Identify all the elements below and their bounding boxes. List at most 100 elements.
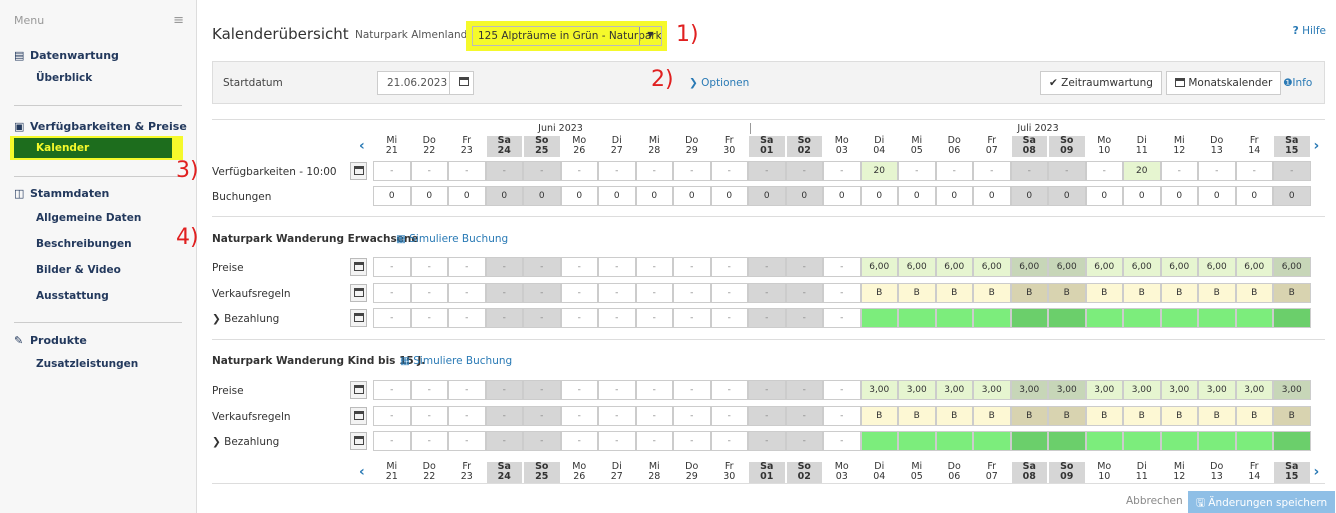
sidebar-section-stammdaten[interactable]: ◫ Stammdaten — [14, 187, 109, 200]
rule-cell[interactable]: B — [935, 406, 973, 426]
pay-cell[interactable] — [1160, 431, 1198, 451]
period-maintenance-button[interactable]: ✔ Zeitraumwartung — [1040, 71, 1162, 95]
prices-calendar-icon[interactable] — [350, 381, 367, 399]
rule-cell[interactable]: - — [523, 406, 561, 426]
rule-cell[interactable]: - — [410, 406, 448, 426]
price-cell[interactable]: - — [373, 380, 411, 400]
rule-cell[interactable]: B — [1010, 283, 1048, 303]
avail-cell[interactable]: - — [598, 161, 636, 181]
price-cell[interactable]: - — [448, 257, 486, 277]
rule-cell[interactable]: B — [1160, 283, 1198, 303]
pay-cell[interactable]: - — [748, 431, 786, 451]
avail-cell[interactable]: - — [1048, 161, 1086, 181]
rule-cell[interactable]: - — [748, 283, 786, 303]
pay-cell[interactable] — [1010, 308, 1048, 328]
rule-cell[interactable]: B — [1198, 283, 1236, 303]
rule-cell[interactable]: - — [673, 283, 711, 303]
sidebar-item-bilder-video[interactable]: Bilder & Video — [36, 264, 121, 276]
sidebar-item-ueberblick[interactable]: Überblick — [36, 72, 92, 84]
price-cell[interactable]: 6,00 — [1160, 257, 1198, 277]
prev-arrow[interactable]: ‹ — [359, 138, 365, 154]
sidebar-item-zusatzleistungen[interactable]: Zusatzleistungen — [36, 358, 138, 370]
price-cell[interactable]: - — [710, 380, 748, 400]
price-cell[interactable]: 3,00 — [1085, 380, 1123, 400]
avail-cell[interactable]: - — [1198, 161, 1236, 181]
pay-cell[interactable]: - — [523, 431, 561, 451]
price-cell[interactable]: - — [748, 380, 786, 400]
calendar-icon[interactable] — [449, 72, 473, 94]
pay-cell[interactable]: - — [373, 308, 411, 328]
avail-cell[interactable]: - — [635, 161, 673, 181]
rule-cell[interactable]: B — [1123, 406, 1161, 426]
avail-cell[interactable]: - — [823, 161, 861, 181]
avail-cell[interactable]: - — [373, 161, 411, 181]
sidebar-item-kalender[interactable]: Kalender — [14, 138, 172, 158]
rules-calendar-icon[interactable] — [350, 407, 367, 425]
rule-cell[interactable]: - — [523, 283, 561, 303]
pay-cell[interactable]: - — [823, 431, 861, 451]
pay-cell[interactable]: - — [785, 431, 823, 451]
avail-cell[interactable]: - — [523, 161, 561, 181]
start-date-input[interactable]: 21.06.2023 — [377, 71, 474, 95]
pay-cell[interactable] — [1198, 431, 1236, 451]
price-cell[interactable]: 6,00 — [1123, 257, 1161, 277]
pay-cell[interactable]: - — [673, 308, 711, 328]
avail-cell[interactable]: - — [448, 161, 486, 181]
price-cell[interactable]: 6,00 — [1085, 257, 1123, 277]
pay-cell[interactable]: - — [410, 431, 448, 451]
pay-cell[interactable] — [973, 308, 1011, 328]
avail-cell[interactable]: - — [1235, 161, 1273, 181]
rule-cell[interactable]: B — [1273, 406, 1311, 426]
rule-cell[interactable]: - — [560, 283, 598, 303]
pay-cell[interactable]: - — [673, 431, 711, 451]
rule-cell[interactable]: B — [898, 406, 936, 426]
price-cell[interactable]: - — [673, 257, 711, 277]
price-cell[interactable]: - — [410, 257, 448, 277]
rule-cell[interactable]: - — [598, 283, 636, 303]
price-cell[interactable]: 3,00 — [1123, 380, 1161, 400]
rule-cell[interactable]: - — [635, 406, 673, 426]
rules-calendar-icon[interactable] — [350, 284, 367, 302]
pay-cell[interactable]: - — [560, 431, 598, 451]
product-select[interactable]: 125 Alpträume in Grün - Naturpark W ▼ — [472, 26, 662, 46]
price-cell[interactable]: - — [485, 380, 523, 400]
price-cell[interactable]: - — [598, 257, 636, 277]
price-cell[interactable]: 6,00 — [1048, 257, 1086, 277]
price-cell[interactable]: - — [823, 257, 861, 277]
rule-cell[interactable]: - — [785, 406, 823, 426]
sidebar-item-ausstattung[interactable]: Ausstattung — [36, 290, 109, 302]
cancel-button[interactable]: Abbrechen — [1118, 491, 1191, 513]
price-cell[interactable]: 6,00 — [973, 257, 1011, 277]
prices-calendar-icon[interactable] — [350, 258, 367, 276]
pay-cell[interactable] — [1273, 308, 1311, 328]
pay-cell[interactable] — [1048, 308, 1086, 328]
price-cell[interactable]: 3,00 — [973, 380, 1011, 400]
payment-toggle[interactable]: ❯ Bezahlung — [212, 436, 279, 448]
price-cell[interactable]: 3,00 — [1235, 380, 1273, 400]
price-cell[interactable]: - — [823, 380, 861, 400]
price-cell[interactable]: 6,00 — [1235, 257, 1273, 277]
rule-cell[interactable]: - — [673, 406, 711, 426]
rule-cell[interactable]: B — [1085, 406, 1123, 426]
pay-cell[interactable]: - — [823, 308, 861, 328]
rule-cell[interactable]: B — [1048, 406, 1086, 426]
sidebar-item-allgemeine-daten[interactable]: Allgemeine Daten — [36, 212, 141, 224]
price-cell[interactable]: 3,00 — [1160, 380, 1198, 400]
sidebar-section-datenwartung[interactable]: ▤ Datenwartung — [14, 49, 119, 62]
pay-cell[interactable]: - — [523, 308, 561, 328]
price-cell[interactable]: 3,00 — [1010, 380, 1048, 400]
rule-cell[interactable]: - — [710, 406, 748, 426]
hamburger-icon[interactable]: ≡ — [173, 13, 184, 28]
price-cell[interactable]: 6,00 — [1273, 257, 1311, 277]
price-cell[interactable]: - — [448, 380, 486, 400]
pay-cell[interactable] — [1085, 308, 1123, 328]
avail-cell[interactable]: - — [1273, 161, 1311, 181]
price-cell[interactable]: - — [673, 380, 711, 400]
options-toggle[interactable]: ❯ Optionen — [689, 77, 749, 89]
rule-cell[interactable]: B — [973, 406, 1011, 426]
price-cell[interactable]: 6,00 — [898, 257, 936, 277]
rule-cell[interactable]: - — [560, 406, 598, 426]
price-cell[interactable]: - — [785, 380, 823, 400]
avail-cell[interactable]: 20 — [860, 161, 898, 181]
rule-cell[interactable]: - — [748, 406, 786, 426]
